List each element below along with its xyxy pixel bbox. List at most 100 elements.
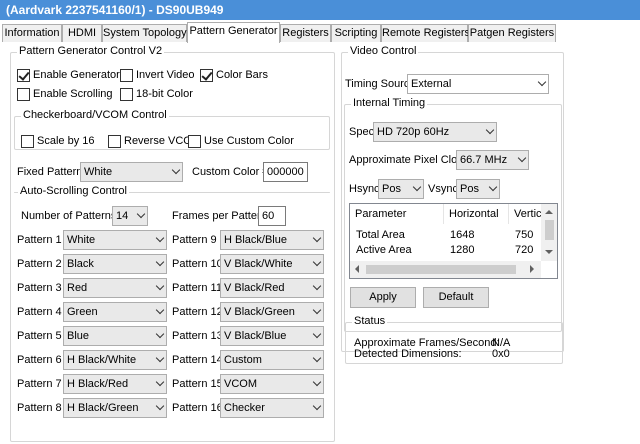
scroll-right-icon[interactable] [530, 265, 534, 273]
tab-pattern-generator[interactable]: Pattern Generator [187, 22, 280, 43]
scroll-thumb[interactable] [366, 265, 516, 274]
pattern-6-dropdown[interactable]: H Black/White [63, 350, 167, 370]
vsync-value: Pos [460, 183, 479, 195]
color-bars-checkbox[interactable]: Color Bars [200, 68, 268, 82]
table-cell: 1648 [450, 229, 475, 241]
horizontal-scrollbar[interactable] [350, 261, 541, 278]
pattern-5-dropdown[interactable]: Blue [63, 326, 167, 346]
pattern-value: Blue [67, 330, 90, 342]
default-button[interactable]: Default [423, 287, 489, 308]
pattern-14-label: Pattern 14 [172, 354, 223, 366]
pixel-clock-value: 66.7 MHz [460, 154, 508, 166]
pattern-value: Black [67, 258, 94, 270]
pattern-11-dropdown[interactable]: V Black/Red [220, 278, 324, 298]
table-cell: 720 [515, 244, 534, 256]
table-cell: 750 [515, 229, 534, 241]
table-cell: 1280 [450, 244, 475, 256]
hsync-value: Pos [382, 183, 401, 195]
pattern-value: H Black/Blue [224, 234, 287, 246]
pattern-7-dropdown[interactable]: H Black/Red [63, 374, 167, 394]
pattern-12-dropdown[interactable]: V Black/Green [220, 302, 324, 322]
pattern-4-label: Pattern 4 [17, 306, 62, 318]
pattern-value: White [67, 234, 96, 246]
tab-information[interactable]: Information [2, 24, 62, 42]
checkbox-box [120, 87, 133, 101]
number-of-patterns-dropdown[interactable]: 14 [112, 206, 148, 226]
tab-scripting[interactable]: Scripting [331, 24, 381, 42]
check-icon [17, 68, 30, 82]
pixel-clock-dropdown[interactable]: 66.7 MHz [456, 150, 529, 170]
tab-system-topology[interactable]: System Topology [102, 24, 187, 42]
timing-source-dropdown[interactable]: External [407, 74, 549, 94]
use-custom-color-label: Use Custom Color [204, 135, 294, 147]
apply-button[interactable]: Apply [350, 287, 416, 308]
tab-remote-registers[interactable]: Remote Registers [381, 24, 470, 42]
pattern-value: V Black/White [224, 258, 293, 270]
spec-dropdown[interactable]: HD 720p 60Hz [373, 122, 497, 142]
vsync-dropdown[interactable]: Pos [456, 179, 500, 199]
pattern-3-dropdown[interactable]: Red [63, 278, 167, 298]
pattern-10-dropdown[interactable]: V Black/White [220, 254, 324, 274]
pattern-9-dropdown[interactable]: H Black/Blue [220, 230, 324, 250]
number-of-patterns-label: Number of Patterns [21, 210, 117, 222]
pattern-value: Checker [224, 402, 265, 414]
pattern-2-dropdown[interactable]: Black [63, 254, 167, 274]
pattern-value: V Black/Red [224, 282, 285, 294]
pattern-4-dropdown[interactable]: Green [63, 302, 167, 322]
pixel-clock-label: Approximate Pixel Clock [349, 154, 469, 166]
scroll-thumb[interactable] [545, 220, 554, 240]
pattern-13-label: Pattern 13 [172, 330, 223, 342]
pattern-2-label: Pattern 2 [17, 258, 62, 270]
column-header-horizontal[interactable]: Horizontal [444, 204, 509, 224]
dimensions-label: Detected Dimensions: [354, 348, 462, 360]
scroll-left-icon[interactable] [355, 265, 359, 273]
tab-registers[interactable]: Registers [280, 24, 331, 42]
checkbox-box [21, 134, 34, 148]
hsync-label: Hsync [349, 183, 380, 195]
pattern-3-label: Pattern 3 [17, 282, 62, 294]
fixed-pattern-dropdown[interactable]: White [80, 162, 183, 182]
pattern-1-dropdown[interactable]: White [63, 230, 167, 250]
internal-timing-title: Internal Timing [351, 97, 428, 109]
pattern-16-dropdown[interactable]: Checker [220, 398, 324, 418]
fixed-pattern-label: Fixed Pattern [17, 166, 83, 178]
auto-scrolling-title: Auto-Scrolling Control [18, 185, 129, 197]
checkbox-box [17, 87, 30, 101]
tab-patgen-registers[interactable]: Patgen Registers [468, 24, 556, 42]
use-custom-color-checkbox[interactable]: Use Custom Color [188, 134, 294, 148]
pattern-10-label: Pattern 10 [172, 258, 223, 270]
invert-video-label: Invert Video [136, 69, 195, 81]
pattern-value: H Black/Red [67, 378, 129, 390]
invert-video-checkbox[interactable]: Invert Video [120, 68, 195, 82]
scale-by-16-checkbox[interactable]: Scale by 16 [21, 134, 94, 148]
pattern-9-label: Pattern 9 [172, 234, 217, 246]
timing-table[interactable]: Parameter Horizontal Vertical Total Area… [349, 203, 558, 279]
custom-color-input[interactable]: 000000 [263, 162, 308, 182]
pattern-value: Red [67, 282, 88, 294]
pattern-8-label: Pattern 8 [17, 402, 62, 414]
18-bit-color-checkbox[interactable]: 18-bit Color [120, 87, 193, 101]
vertical-scrollbar[interactable] [541, 204, 557, 261]
pattern-15-label: Pattern 15 [172, 378, 223, 390]
enable-scrolling-checkbox[interactable]: Enable Scrolling [17, 87, 113, 101]
checkbox-box [120, 68, 133, 82]
enable-generator-checkbox[interactable]: Enable Generator [17, 68, 120, 82]
enable-generator-label: Enable Generator [33, 69, 120, 81]
checkbox-box [188, 134, 201, 148]
tab-hdmi[interactable]: HDMI [62, 24, 102, 42]
hsync-dropdown[interactable]: Pos [378, 179, 424, 199]
pattern-8-dropdown[interactable]: H Black/Green [63, 398, 167, 418]
scroll-up-icon[interactable] [545, 210, 553, 214]
pattern-6-label: Pattern 6 [17, 354, 62, 366]
scale-by-16-label: Scale by 16 [37, 135, 95, 147]
pattern-13-dropdown[interactable]: V Black/Blue [220, 326, 324, 346]
color-bars-label: Color Bars [216, 69, 268, 81]
frames-per-pattern-input[interactable]: 60 [258, 206, 286, 226]
pattern-generator-control-title: Pattern Generator Control V2 [17, 45, 165, 57]
tab-strip: Information HDMI System Topology Pattern… [0, 22, 640, 64]
pattern-14-dropdown[interactable]: Custom [220, 350, 324, 370]
pattern-value: V Black/Green [224, 306, 295, 318]
pattern-15-dropdown[interactable]: VCOM [220, 374, 324, 394]
scroll-down-icon[interactable] [545, 250, 553, 254]
column-header-parameter[interactable]: Parameter [350, 204, 444, 224]
